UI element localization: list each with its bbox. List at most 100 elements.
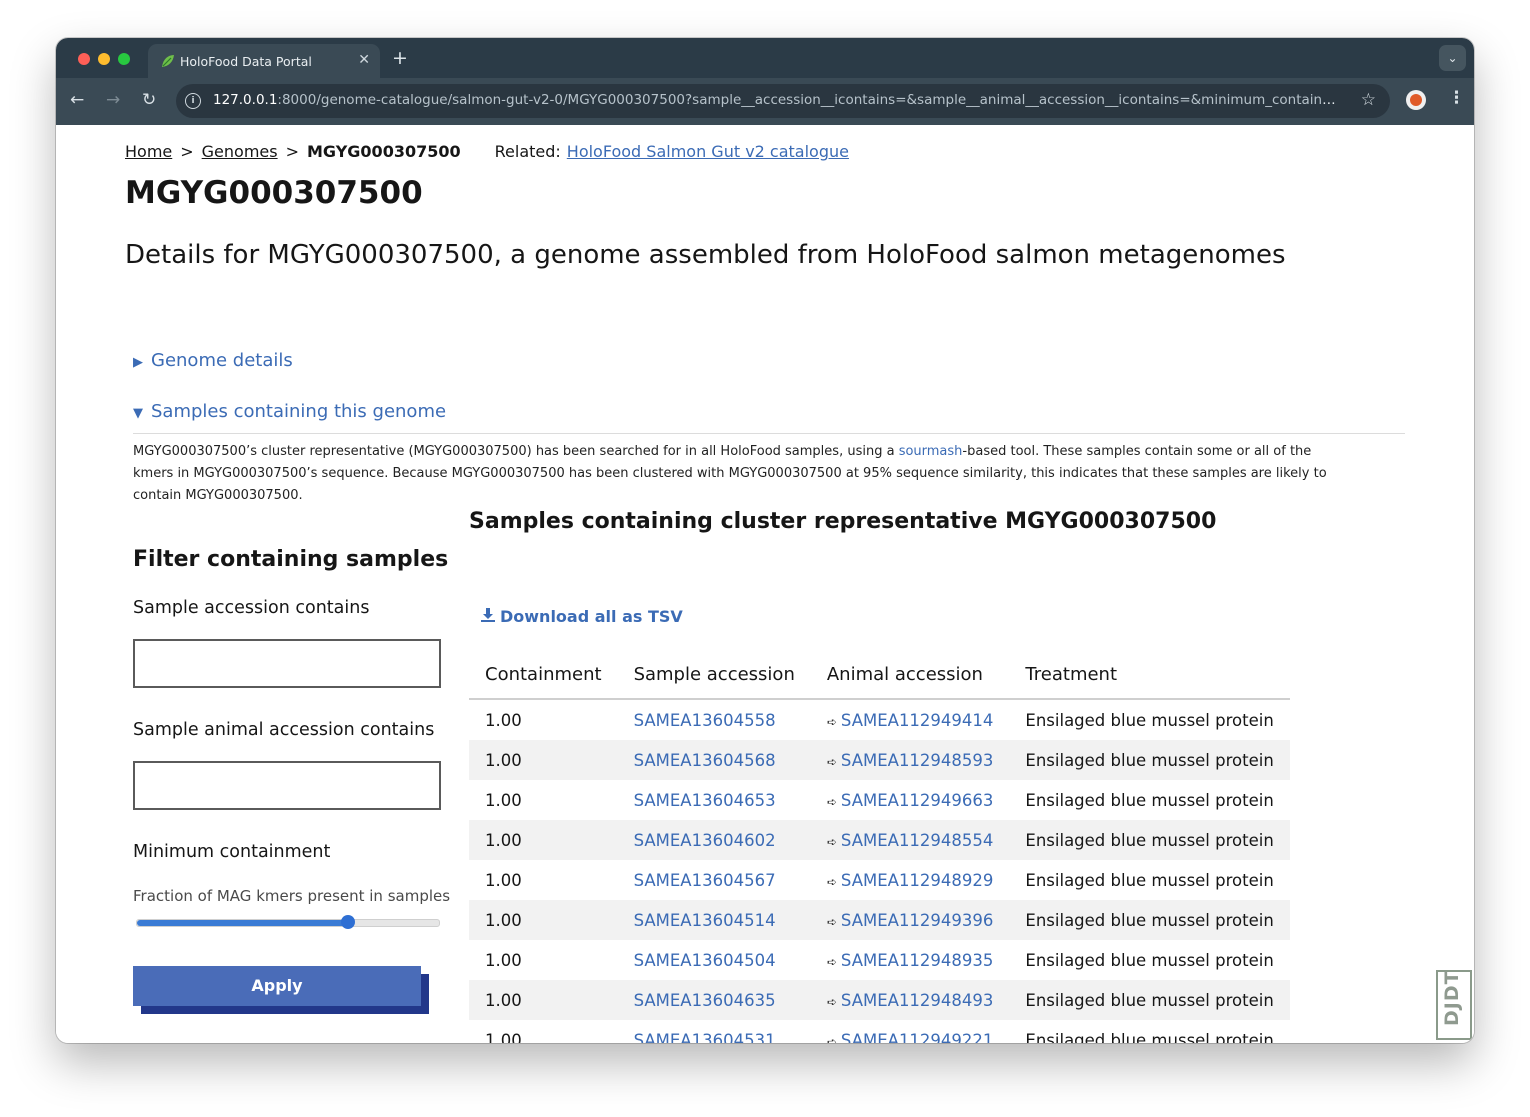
download-tsv-link[interactable]: Download all as TSV <box>481 607 683 626</box>
animal-accession-cell: ➪ SAMEA112948929 <box>811 860 1010 900</box>
url-host: 127.0.0.1 <box>213 92 278 108</box>
animal-accession-link[interactable]: SAMEA112949414 <box>841 711 994 730</box>
animal-accession-cell: ➪ SAMEA112948493 <box>810 980 1010 1020</box>
page-subtitle: Details for MGYG000307500, a genome asse… <box>125 240 1286 270</box>
menu-kebab-icon[interactable]: ⋮ <box>1448 88 1465 108</box>
animal-accession-link[interactable]: SAMEA112949663 <box>841 791 994 810</box>
containment-cell: 1.00 <box>469 980 618 1020</box>
table-row: 1.00 SAMEA13604514 ➪ SAMEA112949396 Ensilage… <box>469 900 1290 940</box>
containment-cell: 1.00 <box>485 790 522 810</box>
forward-arrow-icon[interactable]: → <box>106 90 120 110</box>
column-header-animal[interactable]: Animal accession <box>810 650 1010 700</box>
sample-accession-cell: SAMEA13604558 <box>618 699 811 740</box>
animal-link-arrow-icon: ➪ <box>826 714 837 729</box>
sample-accession-link[interactable]: SAMEA13604653 <box>634 791 776 810</box>
animal-accession-cell: ➪ SAMEA112948554 <box>810 820 1010 860</box>
url-text[interactable]: 127.0.0.1:8000/genome-catalogue/salmon-g… <box>213 92 1343 108</box>
maximize-window-dot[interactable] <box>118 53 130 65</box>
close-window-dot[interactable] <box>78 53 90 65</box>
animal-accession-input[interactable] <box>133 761 441 810</box>
address-bar[interactable]: i 127.0.0.1:8000/genome-catalogue/salmon… <box>176 84 1390 118</box>
sample-accession-cell: SAMEA13604653 <box>618 780 811 820</box>
sample-accession-link[interactable]: SAMEA13604531 <box>634 1031 776 1044</box>
sample-accession-link[interactable]: SAMEA13604504 <box>634 951 776 970</box>
min-containment-help: Fraction of MAG kmers present in samples <box>133 887 451 905</box>
min-containment-label: Minimum containment <box>133 842 331 862</box>
animal-link-arrow-icon: ➪ <box>826 794 837 809</box>
animal-link-arrow-icon: ➪ <box>826 914 837 929</box>
containment-cell: 1.00 <box>485 710 522 730</box>
download-icon <box>481 608 495 622</box>
breadcrumb-separator: > <box>285 142 299 161</box>
treatment-cell: Ensilaged blue mussel protein <box>1025 710 1274 730</box>
treatment-cell: Ensilaged blue mussel protein <box>1009 740 1290 780</box>
breadcrumb-genomes-link[interactable]: Genomes <box>202 142 278 161</box>
sample-accession-link[interactable]: SAMEA13604568 <box>634 751 776 770</box>
sample-accession-link[interactable]: SAMEA13604602 <box>634 831 776 850</box>
slider-fill <box>137 920 349 926</box>
related-label: Related: <box>494 142 561 161</box>
triangle-right-icon: ▶ <box>133 355 143 370</box>
sample-accession-cell: SAMEA13604568 <box>617 740 811 780</box>
samples-details-toggle[interactable]: ▼ Samples containing this genome <box>133 401 446 422</box>
column-header-treatment[interactable]: Treatment <box>1009 650 1290 700</box>
table-row: 1.00 SAMEA13604568 ➪ SAMEA112948593 Ensilage… <box>469 740 1290 780</box>
new-tab-button[interactable]: + <box>392 47 408 69</box>
star-icon[interactable]: ☆ <box>1361 90 1376 110</box>
apply-button[interactable]: Apply <box>133 966 421 1006</box>
min-containment-slider[interactable] <box>136 915 440 929</box>
tab-search-chevron-icon[interactable]: ⌄ <box>1439 45 1466 71</box>
page-title: MGYG000307500 <box>125 175 423 211</box>
animal-accession-link[interactable]: SAMEA112948593 <box>841 751 994 770</box>
animal-accession-link[interactable]: SAMEA112948493 <box>841 991 994 1010</box>
sample-accession-cell: SAMEA13604531 <box>618 1020 811 1044</box>
animal-accession-link[interactable]: SAMEA112949396 <box>841 911 994 930</box>
minimize-window-dot[interactable] <box>98 53 110 65</box>
debug-toolbar-label: DJDT <box>1441 970 1463 1026</box>
treatment-cell: Ensilaged blue mussel protein <box>1009 980 1290 1020</box>
back-arrow-icon[interactable]: ← <box>70 90 84 110</box>
column-header-containment[interactable]: Containment <box>469 650 618 700</box>
tab-title: HoloFood Data Portal <box>180 54 312 69</box>
related-catalogue-link[interactable]: HoloFood Salmon Gut v2 catalogue <box>567 142 849 161</box>
animal-accession-link[interactable]: SAMEA112948554 <box>841 831 994 850</box>
samples-details-label: Samples containing this genome <box>151 401 447 422</box>
column-header-sample[interactable]: Sample accession <box>617 650 811 700</box>
sample-accession-link[interactable]: SAMEA13604558 <box>634 711 776 730</box>
containment-cell: 1.00 <box>485 950 522 970</box>
tab-close-icon[interactable]: ✕ <box>358 52 370 68</box>
sample-accession-link[interactable]: SAMEA13604635 <box>634 991 776 1010</box>
breadcrumb-home-link[interactable]: Home <box>125 142 172 161</box>
animal-accession-link[interactable]: SAMEA112948929 <box>841 871 994 890</box>
animal-link-arrow-icon: ➪ <box>826 754 837 769</box>
genome-details-toggle[interactable]: ▶ Genome details <box>133 350 293 371</box>
sample-accession-link[interactable]: SAMEA13604567 <box>634 871 776 890</box>
debug-toolbar-handle[interactable]: DJDT <box>1436 970 1472 1040</box>
sample-accession-link[interactable]: SAMEA13604514 <box>634 911 776 930</box>
info-icon[interactable]: i <box>185 93 201 109</box>
containment-cell: 1.00 <box>485 870 522 890</box>
sample-accession-input[interactable] <box>133 639 441 688</box>
animal-accession-cell: ➪ SAMEA112949663 <box>811 780 1010 820</box>
sample-accession-cell: SAMEA13604635 <box>617 980 811 1020</box>
description-text: MGYG000307500’s cluster representative (… <box>133 444 899 459</box>
sourmash-link[interactable]: sourmash <box>899 444 963 459</box>
download-label: Download all as TSV <box>500 607 683 626</box>
url-path: :8000/genome-catalogue/salmon-gut-v2-0/M… <box>277 92 1343 108</box>
browser-tab[interactable]: HoloFood Data Portal ✕ <box>148 44 380 78</box>
animal-accession-cell: ➪ SAMEA112948593 <box>810 740 1010 780</box>
animal-link-arrow-icon: ➪ <box>826 1034 837 1044</box>
page-content: Home > Genomes > MGYG000307500 Related: HoloFo… <box>56 125 1474 1043</box>
treatment-cell: Ensilaged blue mussel protein <box>1025 950 1274 970</box>
extension-icon[interactable] <box>1406 90 1426 110</box>
treatment-cell: Ensilaged blue mussel protein <box>1009 820 1290 860</box>
animal-accession-link[interactable]: SAMEA112948935 <box>841 951 994 970</box>
animal-accession-cell: ➪ SAMEA112949396 <box>810 900 1010 940</box>
table-row: 1.00 SAMEA13604602 ➪ SAMEA112948554 Ensilage… <box>469 820 1290 860</box>
slider-thumb[interactable] <box>341 915 356 929</box>
animal-accession-link[interactable]: SAMEA112949221 <box>841 1031 994 1044</box>
table-row: 1.00 SAMEA13604653 ➪ SAMEA112949663 Ensilage… <box>469 780 1290 820</box>
samples-description: MGYG000307500’s cluster representative (… <box>133 441 1343 507</box>
reload-icon[interactable]: ↻ <box>142 90 156 110</box>
table-row: 1.00 SAMEA13604504 ➪ SAMEA112948935 Ensilage… <box>469 940 1290 980</box>
